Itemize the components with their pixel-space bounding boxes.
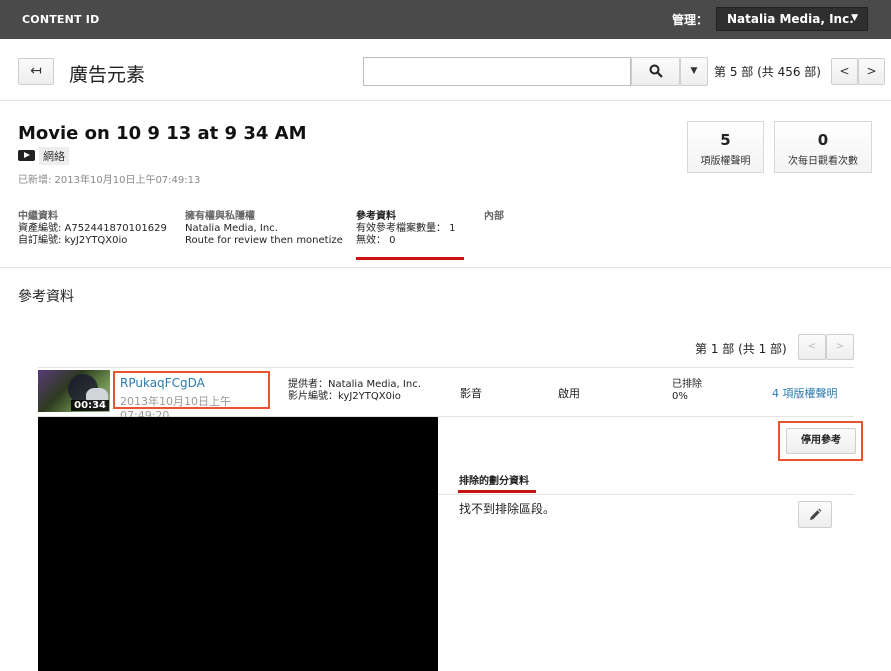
search-options-button[interactable]: ▼ [680,57,708,86]
tab-excluded-segments[interactable]: 排除的劃分資料 [458,472,536,493]
tab-internal-label: 內部 [484,211,504,222]
asset-type-badge: 網絡 [39,147,69,165]
video-player[interactable] [38,417,438,671]
manage-label: 管理： [672,13,709,27]
owner-name: Natalia Media, Inc. [185,223,278,234]
reference-status: 啟用 [558,387,580,400]
search-icon [649,64,663,78]
provider: 提供者：Natalia Media, Inc. [288,379,421,390]
tab-internal[interactable]: 內部 [484,211,504,223]
asset-tabs: 中繼資料 資產編號: A752441870101629 自訂編號: kyJ2YT… [0,207,891,268]
section-title: 參考資料 [18,289,74,305]
search-input[interactable] [363,57,631,86]
reference-id-highlight: RPukaqFCgDA 2013年10月10日上午07:49:20 [113,371,270,422]
asset-id: 資產編號: A752441870101629 [18,223,167,234]
reference-provider-info: 提供者：Natalia Media, Inc. 影片編號：kyJ2YTQX0io [288,379,421,403]
reference-thumbnail[interactable]: 00:34 [38,370,110,412]
next-asset-button[interactable]: > [858,58,885,85]
reference-pager-text: 第 1 部 (共 1 部) [695,342,787,356]
video-id: 影片編號：kyJ2YTQX0io [288,391,401,402]
inactive-references-count: 無效： 0 [356,235,396,246]
reference-claims-link[interactable]: 4 項版權聲明 [772,385,838,401]
asset-pager-text: 第 5 部 (共 456 部) [714,65,821,79]
prev-reference-button[interactable]: < [798,334,826,360]
divider [438,494,854,495]
chevron-down-icon: ▼ [851,13,858,23]
reference-id-link[interactable]: RPukaqFCgDA [120,376,205,390]
chevron-down-icon: ▼ [690,66,698,76]
asset-title: Movie on 10 9 13 at 9 34 AM [18,123,307,144]
edit-exclusions-button[interactable] [798,501,832,528]
empty-exclusions-text: 找不到排除區段。 [459,502,556,516]
reference-excluded: 已排除 0% [672,379,702,403]
tab-ownership-label: 擁有權與私隱權 [185,211,255,222]
deactivate-reference-button[interactable]: 停用參考 [786,428,856,454]
back-arrow-icon: ↤ [30,63,42,79]
tab-references[interactable]: 參考資料 有效參考檔案數量： 1 無效： 0 [356,211,464,260]
tab-metadata[interactable]: 中繼資料 資產編號: A752441870101629 自訂編號: kyJ2YT… [18,211,167,247]
youtube-icon [18,150,35,161]
top-bar: CONTENT ID 管理： Natalia Media, Inc. ▼ [0,0,891,39]
custom-id: 自訂編號: kyJ2YTQX0io [18,235,128,246]
policy-name: Route for review then monetize [185,235,343,246]
back-button[interactable]: ↤ [18,58,54,85]
page-title: 廣告元素 [69,64,146,86]
daily-views-count: 0 [817,131,829,149]
tab-metadata-label: 中繼資料 [18,211,58,222]
excluded-value: 0% [672,391,688,402]
claims-count: 5 [720,131,731,149]
daily-views-label: 次每日觀看次數 [788,156,858,167]
deactivate-highlight: 停用參考 [778,421,863,461]
page-header: ↤ 廣告元素 ▼ 第 5 部 (共 456 部) < > [0,39,891,101]
search-button[interactable] [631,57,680,86]
reference-row[interactable]: 00:34 RPukaqFCgDA 2013年10月10日上午07:49:20 … [38,367,854,422]
claims-label: 項版權聲明 [700,156,751,167]
daily-views-stat[interactable]: 0 次每日觀看次數 [774,121,872,173]
tab-references-label: 參考資料 [356,211,396,222]
next-reference-button[interactable]: > [826,334,854,360]
active-references-count: 有效參考檔案數量： 1 [356,223,456,234]
prev-asset-button[interactable]: < [831,58,858,85]
pencil-icon [810,508,822,520]
account-name: Natalia Media, Inc. [727,12,854,26]
added-date: 已新增: 2013年10月10日上午07:49:13 [18,175,201,186]
account-selector[interactable]: Natalia Media, Inc. ▼ [716,7,868,31]
excluded-label: 已排除 [672,379,702,390]
reference-media-type: 影音 [460,387,482,400]
video-duration: 00:34 [71,400,109,411]
tab-ownership[interactable]: 擁有權與私隱權 Natalia Media, Inc. Route for re… [185,211,343,247]
claims-stat[interactable]: 5 項版權聲明 [687,121,764,173]
brand-label: CONTENT ID [22,13,100,26]
